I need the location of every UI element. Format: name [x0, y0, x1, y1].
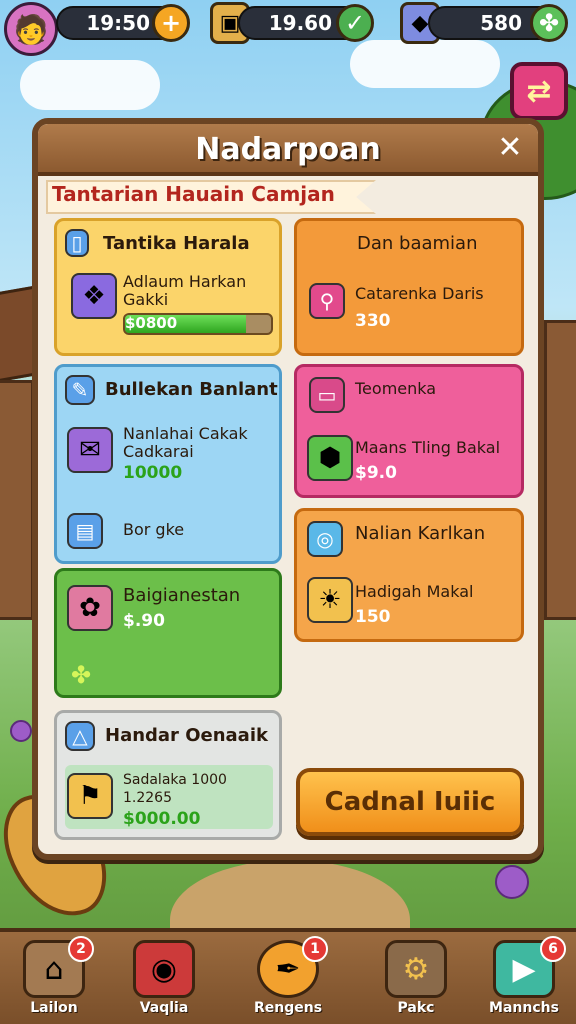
- shop-card-yellow[interactable]: ▯ Tantika Harala ❖ Adlaum Harkan Gakki $…: [54, 218, 282, 356]
- shop-card-orange-2[interactable]: ◎ Nalian Karlkan ☀ Hadigah Makal 150: [294, 508, 524, 642]
- item-name: Catarenka Daris: [355, 284, 484, 303]
- bottom-nav: ⌂ 2 Lailon ◉ Vaqlia ✒ 1 Rengens ⚙ Pakc ▶…: [0, 928, 576, 1024]
- ribbon-title: Tantarian Hauain Camjan: [52, 182, 335, 206]
- shop-panel: Nadarpoan ✕ Tantarian Hauain Camjan ▯ Ta…: [32, 118, 544, 860]
- card-title: Handar Oenaaik: [105, 725, 268, 746]
- card-icon: ▯: [65, 229, 89, 257]
- card-title: Nalian Karlkan: [355, 523, 486, 544]
- nav-label: Vaqlia: [139, 1000, 189, 1016]
- card-icon: ✎: [65, 375, 95, 405]
- item-subtitle: Bor gke: [123, 520, 185, 539]
- item-price: $0800: [125, 314, 178, 332]
- flower: [495, 865, 529, 899]
- item-icon: ✉: [67, 427, 113, 473]
- check-resource-button[interactable]: ✓: [336, 4, 374, 42]
- nav-label: Pakc: [397, 1000, 435, 1016]
- resource-bar: 🧑 19:50 + ▣ 19.60 ✓ ◆ 580 ✤: [0, 0, 576, 56]
- nav-item-target[interactable]: ◉ Vaqlia: [116, 940, 212, 1024]
- card-icon: ▭: [309, 377, 345, 413]
- panel-header: Nadarpoan ✕: [38, 124, 538, 176]
- card-title: Baigianestan: [123, 585, 241, 606]
- item-name: Adlaum Harkan Gakki: [123, 272, 247, 309]
- clover-icon: ✤: [71, 661, 92, 689]
- shop-card-blue[interactable]: ✎ Bullekan Banlant ✉ Nanlahai Cakak Cadk…: [54, 364, 282, 564]
- item-name: Nanlahai Cakak Cadkarai: [123, 424, 248, 461]
- buy-button[interactable]: Cadnal Iuiic: [296, 768, 524, 836]
- panel-title: Nadarpoan: [195, 132, 381, 167]
- notification-badge: 2: [68, 936, 94, 962]
- close-button[interactable]: ✕: [492, 130, 528, 166]
- target-icon: ◉: [133, 940, 195, 998]
- item-icon: ⚑: [67, 773, 113, 819]
- add-resource-button[interactable]: +: [152, 4, 190, 42]
- nav-label: Mannchs: [489, 1000, 559, 1016]
- item-price: $.90: [123, 611, 165, 631]
- gear-icon: ⚙: [385, 940, 447, 998]
- item-icon: ☀: [307, 577, 353, 623]
- cloud: [20, 60, 160, 110]
- nav-label: Lailon: [30, 1000, 78, 1016]
- item-price: 10000: [123, 463, 183, 483]
- player-avatar[interactable]: 🧑: [4, 2, 58, 56]
- shop-card-green[interactable]: ✿ Baigianestan $.90 ✤: [54, 568, 282, 698]
- arrow-icon: ⇄: [526, 73, 552, 109]
- item-icon: ⬢: [307, 435, 353, 481]
- shop-card-gray[interactable]: △ Handar Oenaaik ⚑ Sadalaka 1000 1.2265 …: [54, 710, 282, 840]
- close-icon: ✕: [497, 130, 523, 165]
- hut-left: [0, 380, 34, 620]
- item-icon: ❖: [71, 273, 117, 319]
- resource-value: 580: [480, 11, 522, 35]
- nav-item-home[interactable]: ⌂ 2 Lailon: [6, 936, 102, 1024]
- item-name: Sadalaka 1000 1.2265: [123, 772, 227, 806]
- item-price: $000.00: [123, 809, 201, 829]
- item-icon: ✿: [67, 585, 113, 631]
- card-title: Teomenka: [355, 379, 437, 398]
- card-title: Tantika Harala: [103, 233, 250, 254]
- side-action-button[interactable]: ⇄: [510, 62, 568, 120]
- item-name: Hadigah Makal: [355, 582, 474, 601]
- shop-card-orange[interactable]: Dan baamian ⚲ Catarenka Daris 330: [294, 218, 524, 356]
- nav-item-feather[interactable]: ✒ 1 Rengens: [240, 936, 336, 1024]
- box-icon: ▤: [67, 513, 103, 549]
- resource-value: 19.60: [268, 11, 332, 35]
- nav-item-play[interactable]: ▶ 6 Mannchs: [476, 936, 572, 1024]
- clover-icon: ✤: [538, 9, 560, 37]
- hut-right: [544, 320, 576, 620]
- item-price: 150: [355, 607, 391, 627]
- card-title: Bullekan Banlant: [105, 379, 278, 400]
- card-title: Dan baamian: [357, 233, 478, 254]
- notification-badge: 6: [540, 936, 566, 962]
- plus-icon: +: [160, 9, 182, 37]
- nav-label: Rengens: [253, 1000, 323, 1016]
- resource-value: 19:50: [86, 11, 150, 35]
- flower: [10, 720, 32, 742]
- nav-item-settings[interactable]: ⚙ Pakc: [368, 940, 464, 1024]
- card-icon: ◎: [307, 521, 343, 557]
- add-gems-button[interactable]: ✤: [530, 4, 568, 42]
- notification-badge: 1: [302, 936, 328, 962]
- card-icon: △: [65, 721, 95, 751]
- check-icon: ✓: [344, 9, 366, 37]
- item-price: 330: [355, 311, 391, 331]
- shop-card-pink[interactable]: ▭ Teomenka ⬢ Maans Tling Bakal $9.0: [294, 364, 524, 498]
- item-icon: ⚲: [309, 283, 345, 319]
- item-price: $9.0: [355, 463, 397, 483]
- item-name: Maans Tling Bakal: [355, 438, 501, 457]
